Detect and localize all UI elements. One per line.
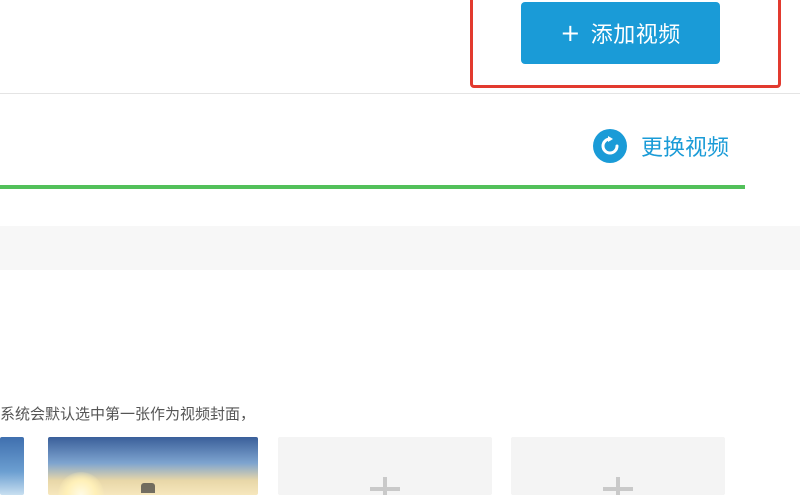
upload-progress-fill: [0, 185, 745, 189]
replace-video-label: 更换视频: [641, 136, 730, 161]
add-cover-slot-2[interactable]: [511, 437, 725, 495]
add-cover-slot-1[interactable]: [278, 437, 492, 495]
upload-progress-bar: [0, 185, 745, 189]
cover-thumbnail-2[interactable]: [48, 437, 258, 495]
annotation-highlight-box: [470, 0, 781, 88]
thumbnail-mark: [141, 483, 155, 493]
plus-icon: [370, 477, 400, 495]
cover-thumbnail-1[interactable]: [0, 437, 24, 495]
sun-glare: [58, 472, 104, 495]
cover-hint-text: 系统会默认选中第一张作为视频封面，: [0, 405, 256, 423]
section-separator: [0, 226, 800, 270]
replace-video-button[interactable]: 更换视频: [593, 128, 729, 164]
plus-icon: [603, 477, 633, 495]
header-divider: [0, 93, 800, 94]
refresh-icon: [593, 129, 627, 163]
